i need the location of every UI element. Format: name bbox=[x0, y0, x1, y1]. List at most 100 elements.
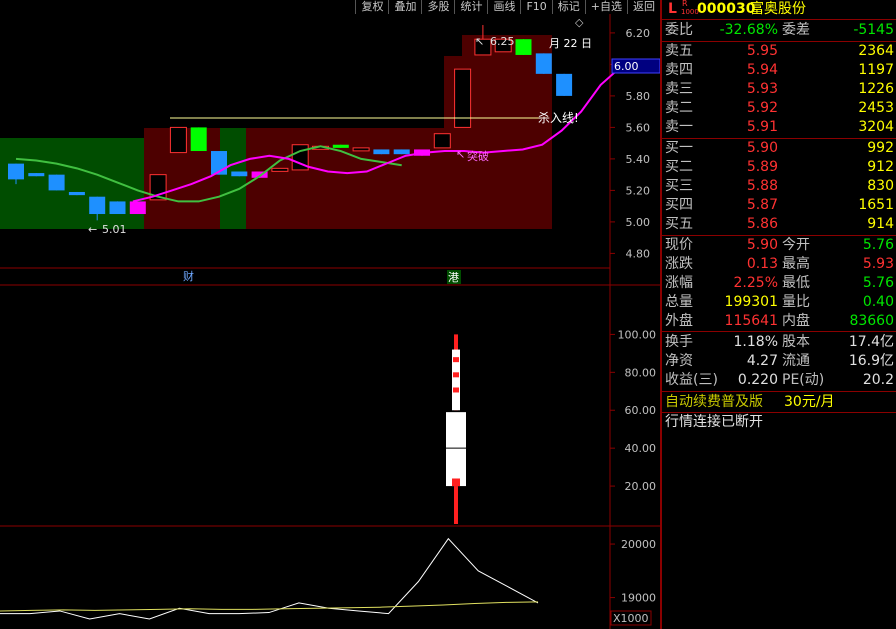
stat-label: 收益(三) bbox=[665, 372, 718, 388]
stat-label: 最低 bbox=[782, 275, 810, 291]
volume-unit: X1000 bbox=[613, 612, 649, 625]
red-zone bbox=[246, 128, 444, 229]
volume-axis: 20000 19000 bbox=[610, 538, 656, 605]
candle-body-blue bbox=[231, 171, 248, 177]
sell-label: 卖二 bbox=[665, 100, 693, 116]
buy-price: 5.89 bbox=[746, 159, 778, 175]
sell-label: 卖一 bbox=[665, 119, 693, 135]
buy-volume: 992 bbox=[867, 140, 894, 156]
promo-price[interactable]: 30元/月 bbox=[784, 393, 835, 412]
stat-value: 5.93 bbox=[862, 256, 894, 272]
stat-value: 0.40 bbox=[862, 294, 894, 310]
title-prefix: L bbox=[668, 1, 677, 17]
candle-body-blue bbox=[28, 173, 45, 177]
stat-label: 涨跌 bbox=[665, 256, 693, 272]
stat-value: 5.76 bbox=[862, 237, 894, 253]
sell-volume: 2364 bbox=[858, 43, 894, 59]
candle-body-blue bbox=[535, 53, 552, 74]
stat-value: 1.18% bbox=[733, 334, 778, 350]
sell-price: 5.94 bbox=[746, 62, 778, 78]
sell-row: 卖一 5.91 3204 bbox=[662, 118, 896, 137]
buy-price: 5.90 bbox=[746, 140, 778, 156]
promo-row[interactable]: 自动续费普及版 30元/月 bbox=[662, 393, 896, 412]
sell-row: 卖二 5.92 2453 bbox=[662, 99, 896, 118]
candle-body-up bbox=[169, 126, 187, 154]
weibi-row: 委比 -32.68% 委差 -5145 bbox=[662, 21, 896, 40]
indicator-panel bbox=[446, 334, 466, 524]
stat-label: 今开 bbox=[782, 237, 810, 253]
volume-panel bbox=[0, 537, 539, 620]
volume-avg-line bbox=[0, 601, 539, 612]
candle-body-green bbox=[190, 127, 207, 152]
high-annotation: 6.25 bbox=[490, 35, 515, 48]
stat-row: 总量 199301 量比 0.40 bbox=[662, 293, 896, 312]
current-price-tag-text: 6.00 bbox=[614, 60, 639, 73]
indicator-red-notch bbox=[453, 387, 459, 393]
indicator-body-red bbox=[452, 478, 460, 487]
indicator-tick-label: 80.00 bbox=[625, 366, 657, 379]
sell-volume: 1197 bbox=[858, 62, 894, 78]
quote-header: L R 1000 000030 富奥股份 bbox=[662, 0, 896, 19]
buy-volume: 830 bbox=[867, 178, 894, 194]
stat-value: 83660 bbox=[849, 313, 894, 329]
marker-cai: 财 bbox=[183, 269, 194, 283]
buy-row: 买二 5.89 912 bbox=[662, 158, 896, 177]
stat-label: 换手 bbox=[665, 334, 693, 350]
promo-text[interactable]: 自动续费普及版 bbox=[665, 393, 763, 412]
buy-price: 5.88 bbox=[746, 178, 778, 194]
stat-value: 2.25% bbox=[733, 275, 778, 291]
stat-label: 现价 bbox=[665, 237, 693, 253]
indicator-tick-label: 60.00 bbox=[625, 404, 657, 417]
volume-line bbox=[0, 537, 539, 620]
candle-body-blue bbox=[556, 73, 573, 96]
breakout-arrow: ↖ bbox=[456, 148, 465, 161]
connection-status: 行情连接已断开 bbox=[665, 414, 763, 430]
kline-chart[interactable]: 6.206.005.805.605.405.205.004.80 杀入线! ↖ … bbox=[0, 0, 660, 629]
price-tick-label: 5.40 bbox=[626, 153, 651, 166]
candle-body-up bbox=[433, 133, 451, 149]
sell-row: 卖三 5.93 1226 bbox=[662, 80, 896, 99]
sell-price: 5.92 bbox=[746, 100, 778, 116]
stat-value: 199301 bbox=[724, 294, 778, 310]
sell-price: 5.91 bbox=[746, 119, 778, 135]
chart-area[interactable]: 复权 叠加 多股 统计 画线 F10 标记 +自选 返回 6.206.005.8… bbox=[0, 0, 660, 629]
price-tick-label: 5.80 bbox=[626, 90, 651, 103]
sell-label: 卖三 bbox=[665, 81, 693, 97]
stat-value: 20.2 bbox=[862, 372, 894, 388]
stat-row: 现价 5.90 今开 5.76 bbox=[662, 236, 896, 255]
candle-body-blue bbox=[393, 149, 410, 155]
stat-row: 换手 1.18% 股本 17.4亿 bbox=[662, 333, 896, 352]
candle-body-up bbox=[454, 68, 472, 128]
stat-value: 16.9亿 bbox=[848, 353, 894, 369]
low-annotation: 5.01 bbox=[102, 223, 127, 236]
candle-body-blue bbox=[68, 191, 85, 196]
indicator-lower-stem bbox=[454, 486, 458, 524]
indicator-axis: 100.00 80.00 60.00 40.00 20.00 bbox=[610, 328, 656, 493]
stat-value: 0.13 bbox=[746, 256, 778, 272]
stat-label: 净资 bbox=[665, 353, 693, 369]
buy-price: 5.86 bbox=[746, 216, 778, 232]
buy-row: 买一 5.90 992 bbox=[662, 139, 896, 158]
stat-label: 最高 bbox=[782, 256, 810, 272]
volume-tick-label: 19000 bbox=[621, 592, 656, 605]
buy-volume: 914 bbox=[867, 216, 894, 232]
indicator-red-notch bbox=[453, 372, 459, 378]
candle-body-blue bbox=[48, 174, 65, 191]
stat-label: 总量 bbox=[665, 294, 693, 310]
buy-volume: 912 bbox=[867, 159, 894, 175]
breakout-label: 突破 bbox=[467, 149, 489, 163]
buy-label: 买二 bbox=[665, 159, 693, 175]
low-annotation-arrow: ← bbox=[88, 223, 97, 236]
weibi-value: -32.68% bbox=[719, 22, 778, 38]
candle-body-blue bbox=[89, 196, 106, 215]
diamond-icon[interactable]: ◇ bbox=[575, 16, 584, 29]
candle-body-blue bbox=[373, 149, 390, 155]
price-tick-label: 5.00 bbox=[626, 216, 651, 229]
green-zone bbox=[220, 128, 246, 229]
stat-value: 0.220 bbox=[737, 372, 778, 388]
candle-body-blue bbox=[8, 163, 24, 180]
indicator-tick-label: 40.00 bbox=[625, 442, 657, 455]
buy-label: 买一 bbox=[665, 140, 693, 156]
stat-label: 涨幅 bbox=[665, 275, 693, 291]
stat-label: PE(动) bbox=[782, 372, 825, 388]
